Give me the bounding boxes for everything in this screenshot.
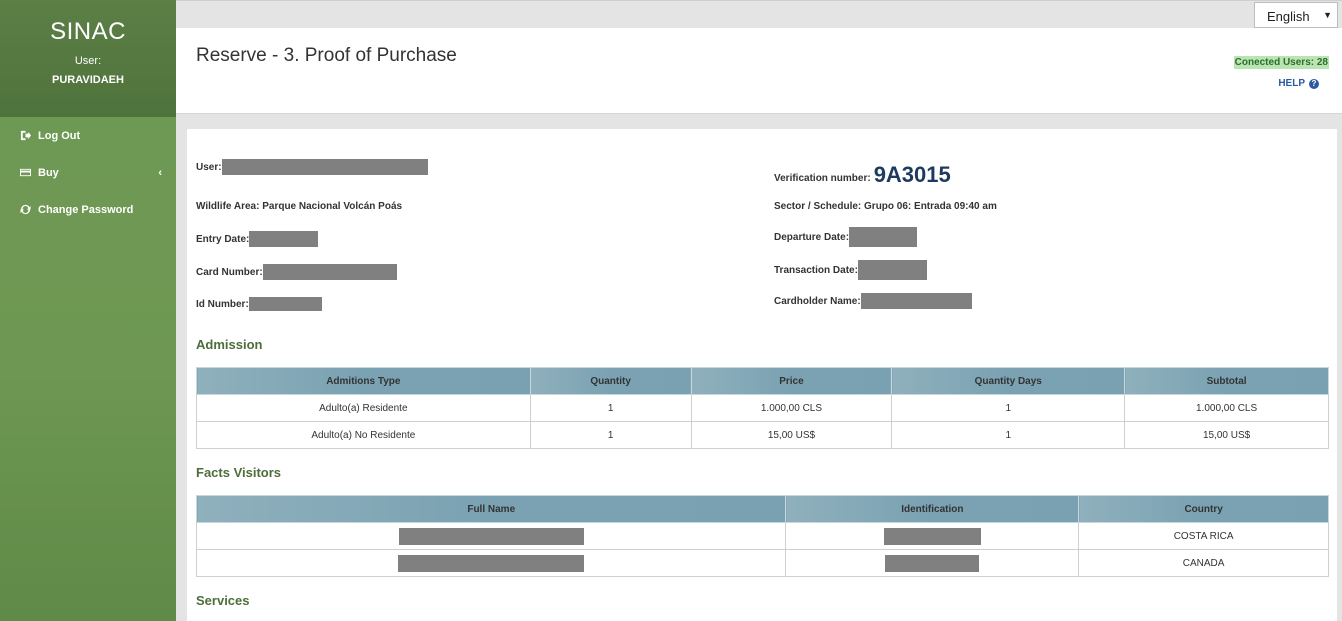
sidebar-item-change-password[interactable]: Change Password bbox=[0, 191, 176, 228]
redacted-value bbox=[262, 264, 397, 280]
quantity-cell: 1 bbox=[529, 394, 692, 422]
cardholder-name-field: Cardholder Name: bbox=[774, 293, 972, 309]
visitors-table: Full Name Identification Country COSTA R… bbox=[195, 495, 1329, 577]
sector-schedule-field: Sector / Schedule: Grupo 06: Entrada 09:… bbox=[774, 201, 997, 212]
sidebar-nav: Log Out Buy ‹ Change Password bbox=[0, 117, 176, 228]
redacted-value bbox=[249, 231, 319, 247]
price-cell: 15,00 US$ bbox=[690, 421, 893, 449]
facts-visitors-title: Facts Visitors bbox=[196, 465, 282, 480]
column-header: Quantity Days bbox=[891, 367, 1126, 395]
sidebar-item-label: Log Out bbox=[38, 129, 81, 142]
verification-field: Verification number: 9A3015 bbox=[774, 162, 951, 191]
sidebar-item-buy[interactable]: Buy ‹ bbox=[0, 154, 176, 191]
chevron-left-icon: ‹ bbox=[158, 167, 162, 179]
page-header: Reserve - 3. Proof of Purchase Conected … bbox=[176, 28, 1342, 114]
column-header: Subtotal bbox=[1124, 367, 1329, 395]
column-header: Full Name bbox=[195, 495, 787, 523]
id-number-label: Id Number: bbox=[196, 298, 249, 310]
sidebar-item-label: Buy bbox=[38, 166, 59, 179]
country-cell: COSTA RICA bbox=[1078, 522, 1329, 550]
sidebar-item-log-out[interactable]: Log Out bbox=[0, 117, 176, 154]
page-title: Reserve - 3. Proof of Purchase bbox=[196, 45, 457, 66]
user-name: PURAVIDAEH bbox=[52, 74, 124, 86]
identification-cell bbox=[785, 522, 1080, 550]
user-label: User: bbox=[74, 55, 102, 67]
cardholder-name-label: Cardholder Name: bbox=[774, 295, 861, 307]
topbar: English ▼ bbox=[176, 0, 1342, 28]
proof-of-purchase-panel: User: Verification number: 9A3015 Wildli… bbox=[187, 129, 1337, 621]
departure-date-field: Departure Date: bbox=[774, 227, 918, 247]
sidebar-header: SINAC User: PURAVIDAEH bbox=[0, 0, 176, 117]
transaction-date-label: Transaction Date: bbox=[774, 264, 858, 276]
help-label: HELP bbox=[1278, 78, 1305, 89]
credit-card-icon bbox=[20, 168, 31, 177]
departure-date-label: Departure Date: bbox=[774, 231, 850, 243]
redacted-value bbox=[885, 554, 980, 572]
language-value: English bbox=[1267, 9, 1310, 24]
admission-table: Admitions Type Quantity Price Quantity D… bbox=[196, 367, 1329, 449]
help-link[interactable]: HELP ? bbox=[1278, 78, 1319, 89]
redacted-value bbox=[857, 260, 927, 280]
quantity-days-cell: 1 bbox=[891, 394, 1126, 422]
connected-users-badge: Conected Users: 28 bbox=[1233, 56, 1329, 69]
card-number-label: Card Number: bbox=[196, 266, 263, 278]
price-cell: 1.000,00 CLS bbox=[690, 394, 893, 422]
identification-cell bbox=[785, 549, 1080, 577]
table-header-row: Full Name Identification Country bbox=[195, 495, 1329, 523]
user-field-label: User: bbox=[196, 161, 222, 173]
sign-out-icon bbox=[20, 130, 31, 141]
verification-label: Verification number: bbox=[774, 172, 871, 184]
table-row: CANADA bbox=[195, 549, 1329, 577]
redacted-value bbox=[883, 527, 981, 545]
column-header: Quantity bbox=[529, 367, 692, 395]
redacted-value bbox=[248, 297, 322, 311]
question-circle-icon: ? bbox=[1309, 78, 1319, 89]
table-row: Adulto(a) Residente 1 1.000,00 CLS 1 1.0… bbox=[196, 394, 1329, 422]
admission-type-cell: Adulto(a) No Residente bbox=[196, 421, 531, 449]
transaction-date-field: Transaction Date: bbox=[774, 260, 927, 280]
column-header: Admitions Type bbox=[196, 367, 531, 395]
table-row: Adulto(a) No Residente 1 15,00 US$ 1 15,… bbox=[196, 421, 1329, 449]
subtotal-cell: 15,00 US$ bbox=[1124, 421, 1329, 449]
table-row: COSTA RICA bbox=[195, 522, 1329, 550]
admission-type-cell: Adulto(a) Residente bbox=[196, 394, 531, 422]
full-name-cell bbox=[195, 522, 787, 550]
card-number-field: Card Number: bbox=[196, 264, 397, 280]
admission-title: Admission bbox=[196, 337, 263, 352]
redacted-value bbox=[849, 227, 918, 247]
dropdown-arrow-icon: ▼ bbox=[1323, 10, 1332, 20]
entry-date-label: Entry Date: bbox=[196, 233, 250, 245]
redacted-value bbox=[398, 527, 584, 545]
sidebar-item-label: Change Password bbox=[38, 203, 134, 216]
sidebar: SINAC User: PURAVIDAEH Log Out Buy ‹ Cha… bbox=[0, 0, 176, 621]
refresh-icon bbox=[20, 204, 31, 215]
column-header: Identification bbox=[785, 495, 1080, 523]
wildlife-area-field: Wildlife Area: Parque Nacional Volcán Po… bbox=[196, 201, 403, 212]
id-number-field: Id Number: bbox=[196, 297, 322, 311]
column-header: Country bbox=[1078, 495, 1329, 523]
subtotal-cell: 1.000,00 CLS bbox=[1124, 394, 1329, 422]
user-field: User: bbox=[196, 159, 428, 175]
table-header-row: Admitions Type Quantity Price Quantity D… bbox=[196, 367, 1329, 395]
country-cell: CANADA bbox=[1078, 549, 1329, 577]
services-title: Services bbox=[196, 593, 250, 608]
column-header: Price bbox=[690, 367, 893, 395]
quantity-cell: 1 bbox=[529, 421, 692, 449]
language-select[interactable]: English ▼ bbox=[1254, 2, 1338, 28]
redacted-value bbox=[221, 159, 428, 175]
redacted-value bbox=[398, 554, 585, 572]
full-name-cell bbox=[195, 549, 787, 577]
quantity-days-cell: 1 bbox=[891, 421, 1126, 449]
redacted-value bbox=[860, 293, 972, 309]
app-title: SINAC bbox=[50, 18, 126, 45]
verification-number: 9A3015 bbox=[873, 162, 951, 187]
entry-date-field: Entry Date: bbox=[196, 231, 319, 247]
